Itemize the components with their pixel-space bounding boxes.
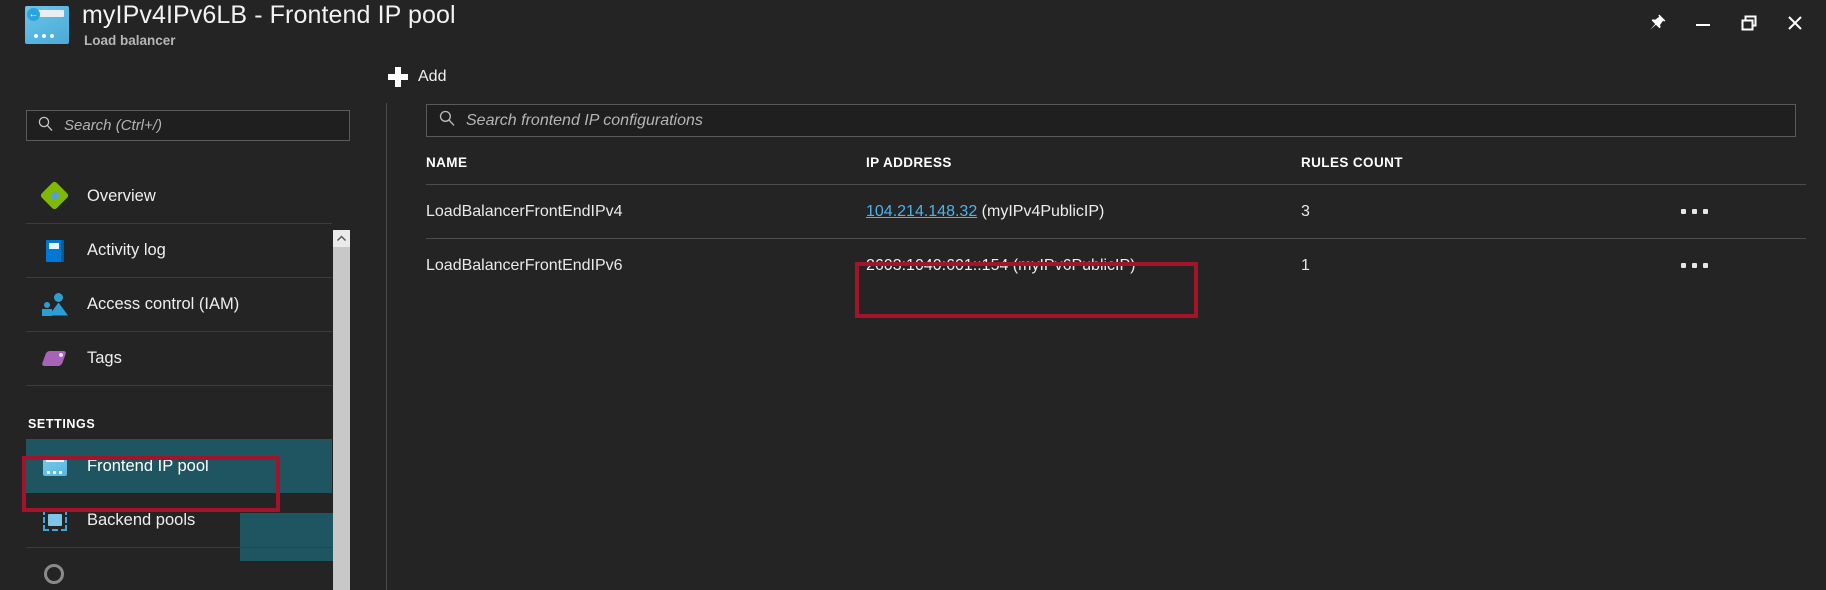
cell-name: LoadBalancerFrontEndIPv4 xyxy=(426,184,866,239)
cell-name: LoadBalancerFrontEndIPv6 xyxy=(426,256,623,274)
add-button[interactable]: Add xyxy=(388,60,446,94)
sidebar-item-backend-pools[interactable]: Backend pools xyxy=(26,493,332,547)
cell-rules-count: 1 xyxy=(1301,256,1310,274)
table-row[interactable]: LoadBalancerFrontEndIPv6 2603:1040:601::… xyxy=(426,239,1806,293)
table-header-row: NAME IP ADDRESS RULES COUNT xyxy=(426,155,1806,185)
tag-icon xyxy=(41,346,68,372)
sidebar-nav-list: Overview Activity log Access control (IA… xyxy=(26,169,332,589)
plus-icon xyxy=(388,67,408,87)
sidebar-item-label: Tags xyxy=(87,349,122,367)
column-header-ip-address: IP ADDRESS xyxy=(866,155,1301,185)
window-controls xyxy=(1634,0,1818,46)
add-button-label: Add xyxy=(418,68,447,85)
ip-address-link[interactable]: 104.214.148.32 xyxy=(866,203,977,220)
frontend-ip-configurations-table: NAME IP ADDRESS RULES COUNT LoadBalancer… xyxy=(426,155,1806,293)
ip-address-suffix: 2603:1040:601::154 (myIPv6PublicIP) xyxy=(866,256,1136,274)
sidebar-item-access-control[interactable]: Access control (IAM) xyxy=(26,277,332,331)
column-header-name: NAME xyxy=(426,155,866,185)
scroll-up-icon[interactable] xyxy=(333,230,350,247)
sidebar-scrollbar[interactable] xyxy=(333,230,350,590)
ellipsis-icon[interactable] xyxy=(1681,263,1806,269)
cell-actions xyxy=(1681,184,1806,239)
cell-ip-address: 104.214.148.32 (myIPv4PublicIP) xyxy=(866,184,1301,239)
sidebar: Search (Ctrl+/) Overview Activity log Ac… xyxy=(0,58,350,590)
sidebar-item-partial[interactable] xyxy=(26,547,332,589)
sidebar-search[interactable]: Search (Ctrl+/) xyxy=(26,110,350,141)
title-bar: myIPv4IPv6LB - Frontend IP pool Load bal… xyxy=(0,0,1826,58)
sidebar-item-label: Overview xyxy=(87,186,156,205)
backend-pools-icon xyxy=(42,507,68,533)
sidebar-item-activity-log[interactable]: Activity log xyxy=(26,223,332,277)
pin-icon[interactable] xyxy=(1634,1,1680,45)
command-bar: Add xyxy=(388,58,446,96)
cell-actions xyxy=(1681,239,1806,293)
column-header-actions xyxy=(1681,155,1806,185)
page-title: myIPv4IPv6LB - Frontend IP pool xyxy=(82,1,456,29)
sidebar-item-frontend-ip-pool[interactable]: Frontend IP pool xyxy=(26,439,332,493)
ellipsis-icon[interactable] xyxy=(1681,209,1806,214)
sidebar-group-settings: SETTINGS xyxy=(26,385,332,439)
sidebar-item-tags[interactable]: Tags xyxy=(26,331,332,385)
search-icon xyxy=(438,109,456,132)
sidebar-item-overview[interactable]: Overview xyxy=(26,169,332,223)
activity-log-icon xyxy=(42,238,68,264)
close-icon[interactable] xyxy=(1772,1,1818,45)
overview-icon xyxy=(39,180,70,211)
azure-portal-window: myIPv4IPv6LB - Frontend IP pool Load bal… xyxy=(0,0,1826,590)
panel-divider xyxy=(386,103,387,590)
access-control-icon xyxy=(42,292,68,318)
sidebar-group-label: SETTINGS xyxy=(28,417,96,431)
sidebar-item-label: Frontend IP pool xyxy=(87,456,209,475)
restore-icon[interactable] xyxy=(1726,1,1772,45)
frontend-filter-input[interactable]: Search frontend IP configurations xyxy=(426,104,1796,137)
health-probe-icon xyxy=(42,562,68,588)
frontend-ip-pool-icon xyxy=(42,453,68,479)
cell-rules-count: 3 xyxy=(1301,184,1681,239)
sidebar-item-label: Activity log xyxy=(87,241,166,259)
page-subtitle: Load balancer xyxy=(84,33,176,48)
ip-address-suffix: (myIPv4PublicIP) xyxy=(977,202,1105,220)
load-balancer-icon xyxy=(25,6,69,44)
cell-ip-address: 2603:1040:601::154 (myIPv6PublicIP) xyxy=(866,239,1301,293)
sidebar-item-label: Backend pools xyxy=(87,510,196,529)
column-header-rules-count: RULES COUNT xyxy=(1301,155,1681,185)
sidebar-search-placeholder: Search (Ctrl+/) xyxy=(64,117,162,134)
sidebar-item-label: Access control (IAM) xyxy=(87,295,240,313)
main-content: Search frontend IP configurations NAME I… xyxy=(426,104,1806,574)
frontend-filter-placeholder: Search frontend IP configurations xyxy=(466,111,703,129)
search-icon xyxy=(37,115,54,137)
table-row[interactable]: LoadBalancerFrontEndIPv4 104.214.148.32 … xyxy=(426,184,1806,239)
minimize-icon[interactable] xyxy=(1680,1,1726,45)
